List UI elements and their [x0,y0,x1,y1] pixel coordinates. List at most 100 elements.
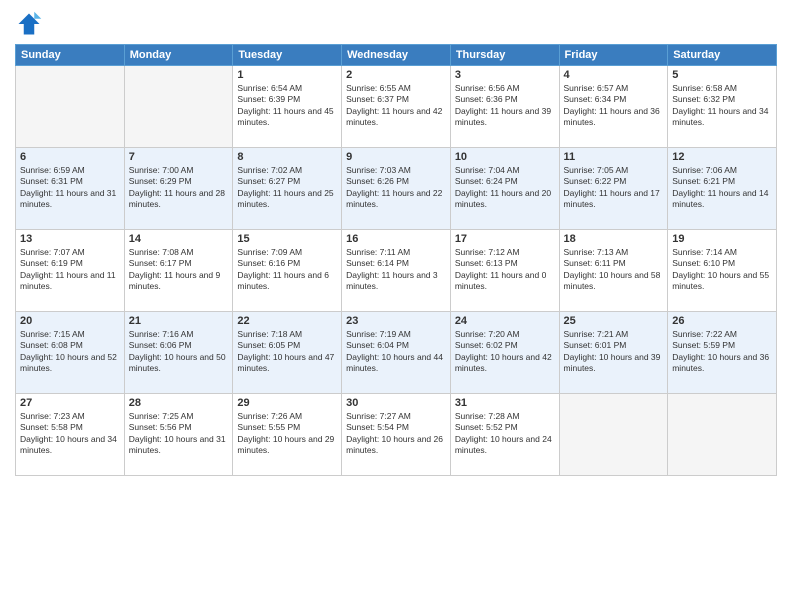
day-info: Sunrise: 6:59 AMSunset: 6:31 PMDaylight:… [20,165,120,211]
calendar-cell: 29 Sunrise: 7:26 AMSunset: 5:55 PMDayligh… [233,394,342,476]
calendar-cell: 27 Sunrise: 7:23 AMSunset: 5:58 PMDayligh… [16,394,125,476]
day-number: 30 [346,397,446,409]
day-info: Sunrise: 7:07 AMSunset: 6:19 PMDaylight:… [20,247,120,293]
day-number: 19 [672,233,772,245]
weekday-header-row: SundayMondayTuesdayWednesdayThursdayFrid… [16,45,777,66]
calendar-cell: 24 Sunrise: 7:20 AMSunset: 6:02 PMDayligh… [450,312,559,394]
day-info: Sunrise: 7:26 AMSunset: 5:55 PMDaylight:… [237,411,337,457]
day-info: Sunrise: 7:16 AMSunset: 6:06 PMDaylight:… [129,329,229,375]
day-info: Sunrise: 7:05 AMSunset: 6:22 PMDaylight:… [564,165,664,211]
calendar-cell: 9Sunrise: 7:03 AMSunset: 6:26 PMDaylight… [342,148,451,230]
calendar-table: SundayMondayTuesdayWednesdayThursdayFrid… [15,44,777,476]
weekday-header-thursday: Thursday [450,45,559,66]
day-number: 16 [346,233,446,245]
day-number: 31 [455,397,555,409]
day-number: 17 [455,233,555,245]
calendar-cell: 13 Sunrise: 7:07 AMSunset: 6:19 PMDayligh… [16,230,125,312]
calendar-cell: 30 Sunrise: 7:27 AMSunset: 5:54 PMDayligh… [342,394,451,476]
calendar-cell: 21Sunrise: 7:16 AMSunset: 6:06 PMDayligh… [124,312,233,394]
day-info: Sunrise: 7:19 AMSunset: 6:04 PMDaylight:… [346,329,446,375]
day-number: 5 [672,69,772,81]
day-number: 22 [237,315,337,327]
calendar-cell: 17 Sunrise: 7:12 AMSunset: 6:13 PMDayligh… [450,230,559,312]
weekday-header-wednesday: Wednesday [342,45,451,66]
calendar-cell: 28 Sunrise: 7:25 AMSunset: 5:56 PMDayligh… [124,394,233,476]
day-number: 13 [20,233,120,245]
day-info: Sunrise: 7:14 AMSunset: 6:10 PMDaylight:… [672,247,772,293]
week-row-2: 6 Sunrise: 6:59 AMSunset: 6:31 PMDaylight… [16,148,777,230]
day-info: Sunrise: 7:20 AMSunset: 6:02 PMDaylight:… [455,329,555,375]
day-info: Sunrise: 7:08 AMSunset: 6:17 PMDaylight:… [129,247,229,293]
logo-icon [15,10,43,38]
week-row-1: 1 Sunrise: 6:54 AMSunset: 6:39 PMDaylight… [16,66,777,148]
day-info: Sunrise: 7:12 AMSunset: 6:13 PMDaylight:… [455,247,555,293]
calendar-cell: 7 Sunrise: 7:00 AMSunset: 6:29 PMDaylight… [124,148,233,230]
calendar-cell: 15Sunrise: 7:09 AMSunset: 6:16 PMDayligh… [233,230,342,312]
calendar-cell: 26 Sunrise: 7:22 AMSunset: 5:59 PMDayligh… [668,312,777,394]
day-info: Sunrise: 7:21 AMSunset: 6:01 PMDaylight:… [564,329,664,375]
calendar-cell: 22 Sunrise: 7:18 AMSunset: 6:05 PMDayligh… [233,312,342,394]
weekday-header-sunday: Sunday [16,45,125,66]
day-info: Sunrise: 6:54 AMSunset: 6:39 PMDaylight:… [237,83,337,129]
calendar-cell: 4Sunrise: 6:57 AMSunset: 6:34 PMDaylight… [559,66,668,148]
calendar-cell: 25 Sunrise: 7:21 AMSunset: 6:01 PMDayligh… [559,312,668,394]
day-info: Sunrise: 7:22 AMSunset: 5:59 PMDaylight:… [672,329,772,375]
day-number: 11 [564,151,664,163]
day-info: Sunrise: 7:28 AMSunset: 5:52 PMDaylight:… [455,411,555,457]
week-row-4: 20 Sunrise: 7:15 AMSunset: 6:08 PMDayligh… [16,312,777,394]
day-number: 4 [564,69,664,81]
day-number: 20 [20,315,120,327]
calendar-cell [668,394,777,476]
day-number: 28 [129,397,229,409]
calendar-cell: 12 Sunrise: 7:06 AMSunset: 6:21 PMDayligh… [668,148,777,230]
day-number: 7 [129,151,229,163]
calendar-cell: 19 Sunrise: 7:14 AMSunset: 6:10 PMDayligh… [668,230,777,312]
calendar-cell: 1 Sunrise: 6:54 AMSunset: 6:39 PMDaylight… [233,66,342,148]
calendar-cell: 11 Sunrise: 7:05 AMSunset: 6:22 PMDayligh… [559,148,668,230]
calendar-cell: 10Sunrise: 7:04 AMSunset: 6:24 PMDayligh… [450,148,559,230]
day-number: 1 [237,69,337,81]
calendar-cell [559,394,668,476]
day-number: 14 [129,233,229,245]
day-number: 3 [455,69,555,81]
day-number: 27 [20,397,120,409]
calendar-cell: 5 Sunrise: 6:58 AMSunset: 6:32 PMDaylight… [668,66,777,148]
day-number: 25 [564,315,664,327]
day-info: Sunrise: 7:15 AMSunset: 6:08 PMDaylight:… [20,329,120,375]
calendar-cell: 23 Sunrise: 7:19 AMSunset: 6:04 PMDayligh… [342,312,451,394]
day-info: Sunrise: 7:13 AMSunset: 6:11 PMDaylight:… [564,247,664,293]
day-number: 6 [20,151,120,163]
day-info: Sunrise: 7:18 AMSunset: 6:05 PMDaylight:… [237,329,337,375]
day-info: Sunrise: 7:25 AMSunset: 5:56 PMDaylight:… [129,411,229,457]
day-number: 2 [346,69,446,81]
day-info: Sunrise: 7:06 AMSunset: 6:21 PMDaylight:… [672,165,772,211]
day-number: 23 [346,315,446,327]
calendar-cell: 14 Sunrise: 7:08 AMSunset: 6:17 PMDayligh… [124,230,233,312]
calendar-cell: 18 Sunrise: 7:13 AMSunset: 6:11 PMDayligh… [559,230,668,312]
weekday-header-monday: Monday [124,45,233,66]
day-info: Sunrise: 6:56 AMSunset: 6:36 PMDaylight:… [455,83,555,129]
calendar-cell: 20 Sunrise: 7:15 AMSunset: 6:08 PMDayligh… [16,312,125,394]
day-number: 9 [346,151,446,163]
day-number: 8 [237,151,337,163]
day-info: Sunrise: 7:27 AMSunset: 5:54 PMDaylight:… [346,411,446,457]
day-number: 26 [672,315,772,327]
day-info: Sunrise: 7:09 AMSunset: 6:16 PMDaylight:… [237,247,337,293]
day-info: Sunrise: 7:23 AMSunset: 5:58 PMDaylight:… [20,411,120,457]
header [15,10,777,38]
calendar-cell: 2Sunrise: 6:55 AMSunset: 6:37 PMDaylight… [342,66,451,148]
week-row-5: 27 Sunrise: 7:23 AMSunset: 5:58 PMDayligh… [16,394,777,476]
day-info: Sunrise: 7:04 AMSunset: 6:24 PMDaylight:… [455,165,555,211]
day-info: Sunrise: 7:11 AMSunset: 6:14 PMDaylight:… [346,247,446,293]
day-number: 24 [455,315,555,327]
day-number: 18 [564,233,664,245]
day-info: Sunrise: 6:58 AMSunset: 6:32 PMDaylight:… [672,83,772,129]
week-row-3: 13 Sunrise: 7:07 AMSunset: 6:19 PMDayligh… [16,230,777,312]
day-number: 29 [237,397,337,409]
day-number: 12 [672,151,772,163]
weekday-header-tuesday: Tuesday [233,45,342,66]
day-info: Sunrise: 7:00 AMSunset: 6:29 PMDaylight:… [129,165,229,211]
calendar-cell: 16 Sunrise: 7:11 AMSunset: 6:14 PMDayligh… [342,230,451,312]
calendar-cell [16,66,125,148]
weekday-header-saturday: Saturday [668,45,777,66]
